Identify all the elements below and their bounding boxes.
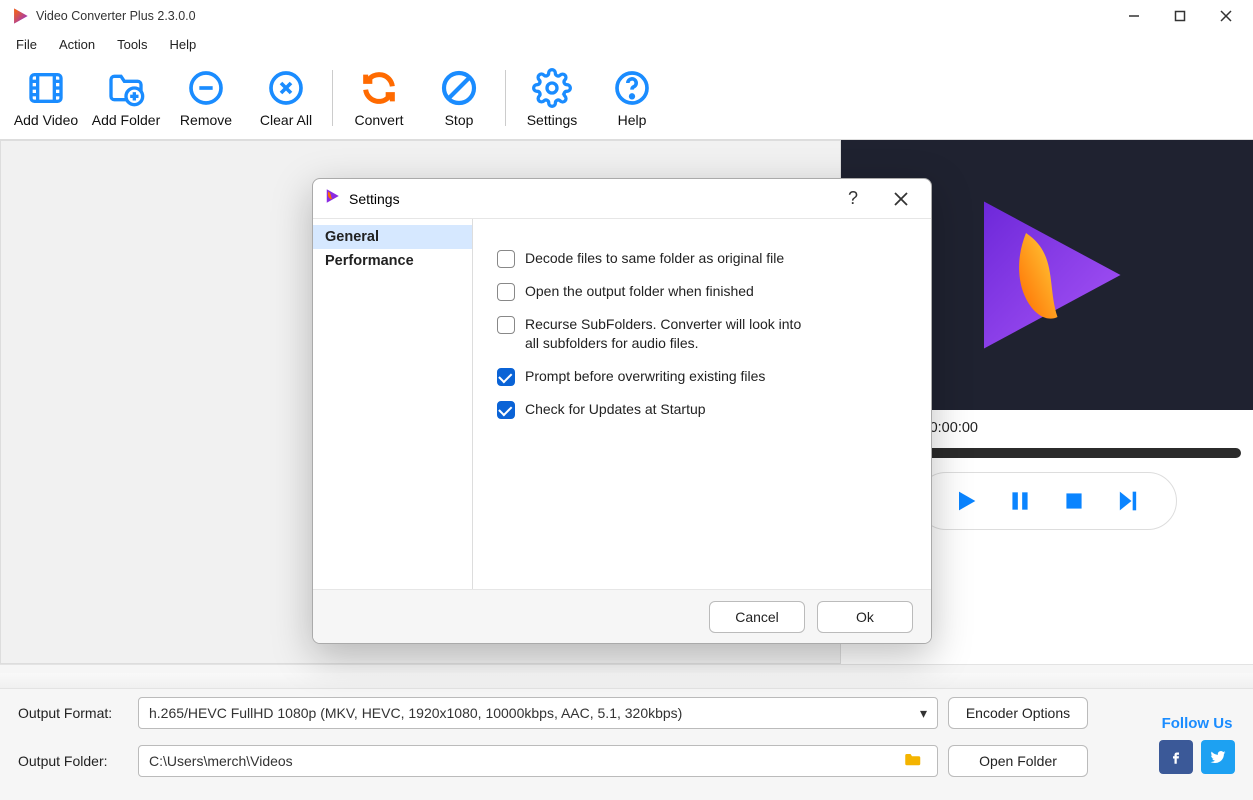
checkbox-label: Check for Updates at Startup xyxy=(525,400,706,419)
dialog-sidebar: General Performance xyxy=(313,219,473,589)
settings-tab-performance[interactable]: Performance xyxy=(313,249,472,273)
checkbox-label: Decode files to same folder as original … xyxy=(525,249,784,268)
app-logo-icon xyxy=(323,187,341,210)
dialog-close-button[interactable] xyxy=(881,179,921,219)
settings-tab-general[interactable]: General xyxy=(313,225,472,249)
dialog-backdrop: Settings ? General Performance Decode fi… xyxy=(0,0,1253,800)
check-updates-checkbox[interactable] xyxy=(497,401,515,419)
decode-same-folder-checkbox[interactable] xyxy=(497,250,515,268)
dialog-footer: Cancel Ok xyxy=(313,589,931,643)
prompt-overwrite-checkbox[interactable] xyxy=(497,368,515,386)
dialog-title: Settings xyxy=(349,191,825,207)
open-output-checkbox[interactable] xyxy=(497,283,515,301)
checkbox-label: Prompt before overwriting existing files xyxy=(525,367,765,386)
cancel-button[interactable]: Cancel xyxy=(709,601,805,633)
recurse-subfolders-checkbox[interactable] xyxy=(497,316,515,334)
dialog-content: Decode files to same folder as original … xyxy=(473,219,931,589)
checkbox-label: Recurse SubFolders. Converter will look … xyxy=(525,315,805,353)
dialog-titlebar: Settings ? xyxy=(313,179,931,219)
ok-button[interactable]: Ok xyxy=(817,601,913,633)
dialog-help-button[interactable]: ? xyxy=(833,179,873,219)
settings-dialog: Settings ? General Performance Decode fi… xyxy=(312,178,932,644)
checkbox-label: Open the output folder when finished xyxy=(525,282,754,301)
